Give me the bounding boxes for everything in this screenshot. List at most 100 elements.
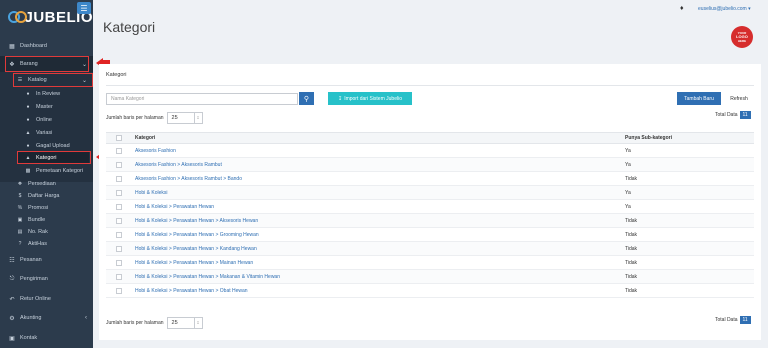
select-all-checkbox[interactable]	[116, 135, 122, 141]
dollar-icon: $	[18, 193, 22, 199]
column-header[interactable]: Kategori	[135, 135, 625, 141]
table-row[interactable]: Hobi & Koleksi > Perawatan Hewan > Groom…	[106, 228, 754, 242]
search-button[interactable]: ⚲	[299, 92, 314, 105]
sidebar-item-label: Dashboard	[20, 43, 47, 49]
has-subcategory-value: Tidak	[625, 175, 638, 182]
user-menu[interactable]: euselius@jubelio.com ▾	[697, 6, 751, 12]
circle-icon: ●	[26, 143, 30, 149]
category-link[interactable]: Hobi & Koleksi > Perawatan Hewan > Akses…	[135, 218, 625, 224]
refresh-button[interactable]: Refresh	[723, 92, 755, 105]
sidebar-item-persediaan[interactable]: ❖ Persediaan	[0, 178, 93, 190]
has-subcategory-value: Tidak	[625, 217, 638, 224]
rows-per-page-label: Jumlah baris per halaman	[106, 320, 164, 326]
category-link[interactable]: Aksesoris Fashion	[135, 148, 625, 154]
column-header[interactable]: Punya Sub-kategori	[625, 135, 672, 141]
sidebar-item-retur-online[interactable]: ↶ Retur Online	[0, 291, 93, 307]
sidebar-item-pesanan[interactable]: ☷ Pesanan	[0, 252, 93, 268]
total-label: Total Data	[715, 112, 738, 118]
dashboard-icon: ▦	[9, 43, 15, 50]
box-icon: ▣	[17, 217, 23, 223]
rows-per-page-select[interactable]: 25 ↕	[166, 317, 203, 329]
row-checkbox[interactable]	[116, 273, 122, 280]
sidebar-item-daftar-harga[interactable]: $ Daftar Harga	[0, 190, 93, 202]
row-checkbox[interactable]	[116, 175, 122, 182]
row-checkbox[interactable]	[116, 245, 122, 252]
import-button[interactable]: ↧ Import dari Sistem Jubelio	[328, 92, 412, 105]
sidebar-item-aktihas[interactable]: ? AktiHas	[0, 238, 93, 250]
sidebar-item-akunting[interactable]: ⚙ Akunting ‹	[0, 310, 93, 326]
category-link[interactable]: Hobi & Koleksi > Perawatan Hewan > Obat …	[135, 288, 625, 294]
has-subcategory-value: Tidak	[625, 245, 638, 252]
total-count: 11	[739, 316, 751, 324]
cubes-icon: ❖	[17, 181, 23, 187]
row-checkbox[interactable]	[116, 231, 122, 238]
sidebar-item-master[interactable]: ● Master	[0, 101, 93, 113]
add-button[interactable]: Tambah Baru	[677, 92, 721, 105]
table-row[interactable]: Hobi & Koleksi > Perawatan Hewan > Obat …	[106, 284, 754, 298]
table-row[interactable]: Aksesoris Fashion > Aksesoris Rambut > B…	[106, 172, 754, 186]
category-link[interactable]: Hobi & Koleksi > Perawatan Hewan	[135, 204, 625, 210]
hamburger-icon[interactable]: ☰	[77, 2, 91, 14]
table-row[interactable]: Aksesoris Fashion > Aksesoris Rambut Ya	[106, 158, 754, 172]
table-row[interactable]: Hobi & Koleksi > Perawatan Hewan > Kanda…	[106, 242, 754, 256]
has-subcategory-value: Tidak	[625, 273, 638, 280]
category-link[interactable]: Hobi & Koleksi > Perawatan Hewan > Groom…	[135, 232, 625, 238]
category-link[interactable]: Hobi & Koleksi	[135, 190, 625, 196]
sidebar-item-in-review[interactable]: ● In Review	[0, 88, 93, 100]
sidebar-item-variasi[interactable]: ▲ Variasi	[0, 127, 93, 139]
total-label: Total Data	[715, 317, 738, 323]
map-icon: ▩	[25, 168, 31, 174]
search-input[interactable]: Nama Kategori	[106, 93, 298, 105]
sidebar-item-label: Variasi	[36, 130, 53, 136]
table-row[interactable]: Hobi & Koleksi > Perawatan Hewan Ya	[106, 200, 754, 214]
contact-icon: ▣	[9, 335, 15, 342]
category-link[interactable]: Aksesoris Fashion > Aksesoris Rambut > B…	[135, 176, 625, 182]
sidebar-item-label: Retur Online	[20, 296, 51, 302]
category-table: Kategori Punya Sub-kategori Aksesoris Fa…	[106, 132, 754, 298]
row-checkbox[interactable]	[116, 203, 122, 210]
sidebar-item-promosi[interactable]: % Promosi	[0, 202, 93, 214]
sidebar-item-online[interactable]: ● Online	[0, 114, 93, 126]
row-checkbox[interactable]	[116, 259, 122, 266]
row-checkbox[interactable]	[116, 189, 122, 196]
annotation-box-katalog	[13, 73, 93, 87]
cart-icon: ☷	[9, 257, 15, 264]
sidebar-item-pengiriman[interactable]: ⎋ Pengiriman	[0, 271, 93, 287]
sidebar-item-no-rak[interactable]: ▤ No. Rak	[0, 226, 93, 238]
table-row[interactable]: Hobi & Koleksi > Perawatan Hewan > Akses…	[106, 214, 754, 228]
category-link[interactable]: Hobi & Koleksi > Perawatan Hewan > Kanda…	[135, 246, 625, 252]
company-logo[interactable]: YOUR LOGO HERE	[731, 26, 753, 48]
sidebar-item-pemetaan-kategori[interactable]: ▩ Pemetaan Kategori	[0, 165, 93, 177]
row-checkbox[interactable]	[116, 147, 122, 154]
category-link[interactable]: Hobi & Koleksi > Perawatan Hewan > Makan…	[135, 274, 625, 280]
rows-per-page-select[interactable]: 25 ↕	[166, 112, 203, 124]
sidebar-item-label: Promosi	[28, 205, 49, 211]
tab-kategori[interactable]: Kategori	[106, 72, 127, 78]
sidebar-item-dashboard[interactable]: ▦ Dashboard	[0, 38, 93, 54]
table-row[interactable]: Hobi & Koleksi > Perawatan Hewan > Maina…	[106, 256, 754, 270]
category-link[interactable]: Hobi & Koleksi > Perawatan Hewan > Maina…	[135, 260, 625, 266]
sidebar-item-label: In Review	[36, 91, 61, 97]
sidebar-item-label: Bundle	[28, 217, 46, 223]
row-checkbox[interactable]	[116, 161, 122, 168]
rows-per-page-label: Jumlah baris per halaman	[106, 115, 164, 121]
category-link[interactable]: Aksesoris Fashion > Aksesoris Rambut	[135, 162, 625, 168]
table-row[interactable]: Aksesoris Fashion Ya	[106, 144, 754, 158]
rows-per-page-bottom: Jumlah baris per halaman 25 ↕	[106, 317, 203, 329]
sidebar-item-label: Pemetaan Kategori	[36, 168, 84, 174]
percent-icon: %	[17, 205, 23, 211]
sidebar-item-label: Pengiriman	[20, 276, 48, 282]
table-row[interactable]: Hobi & Koleksi > Perawatan Hewan > Makan…	[106, 270, 754, 284]
page-title: Kategori	[103, 19, 156, 35]
sidebar-item-kontak[interactable]: ▣ Kontak	[0, 330, 93, 346]
row-checkbox[interactable]	[116, 217, 122, 224]
bell-icon[interactable]: ♦	[680, 5, 684, 12]
table-row[interactable]: Hobi & Koleksi Ya	[106, 186, 754, 200]
row-checkbox[interactable]	[116, 287, 122, 294]
circle-icon: ●	[26, 117, 30, 123]
has-subcategory-value: Tidak	[625, 259, 638, 266]
annotation-box-kategori	[17, 151, 91, 164]
download-icon: ↧	[337, 95, 343, 102]
sidebar-item-bundle[interactable]: ▣ Bundle	[0, 214, 93, 226]
select-value: 25	[171, 320, 178, 326]
